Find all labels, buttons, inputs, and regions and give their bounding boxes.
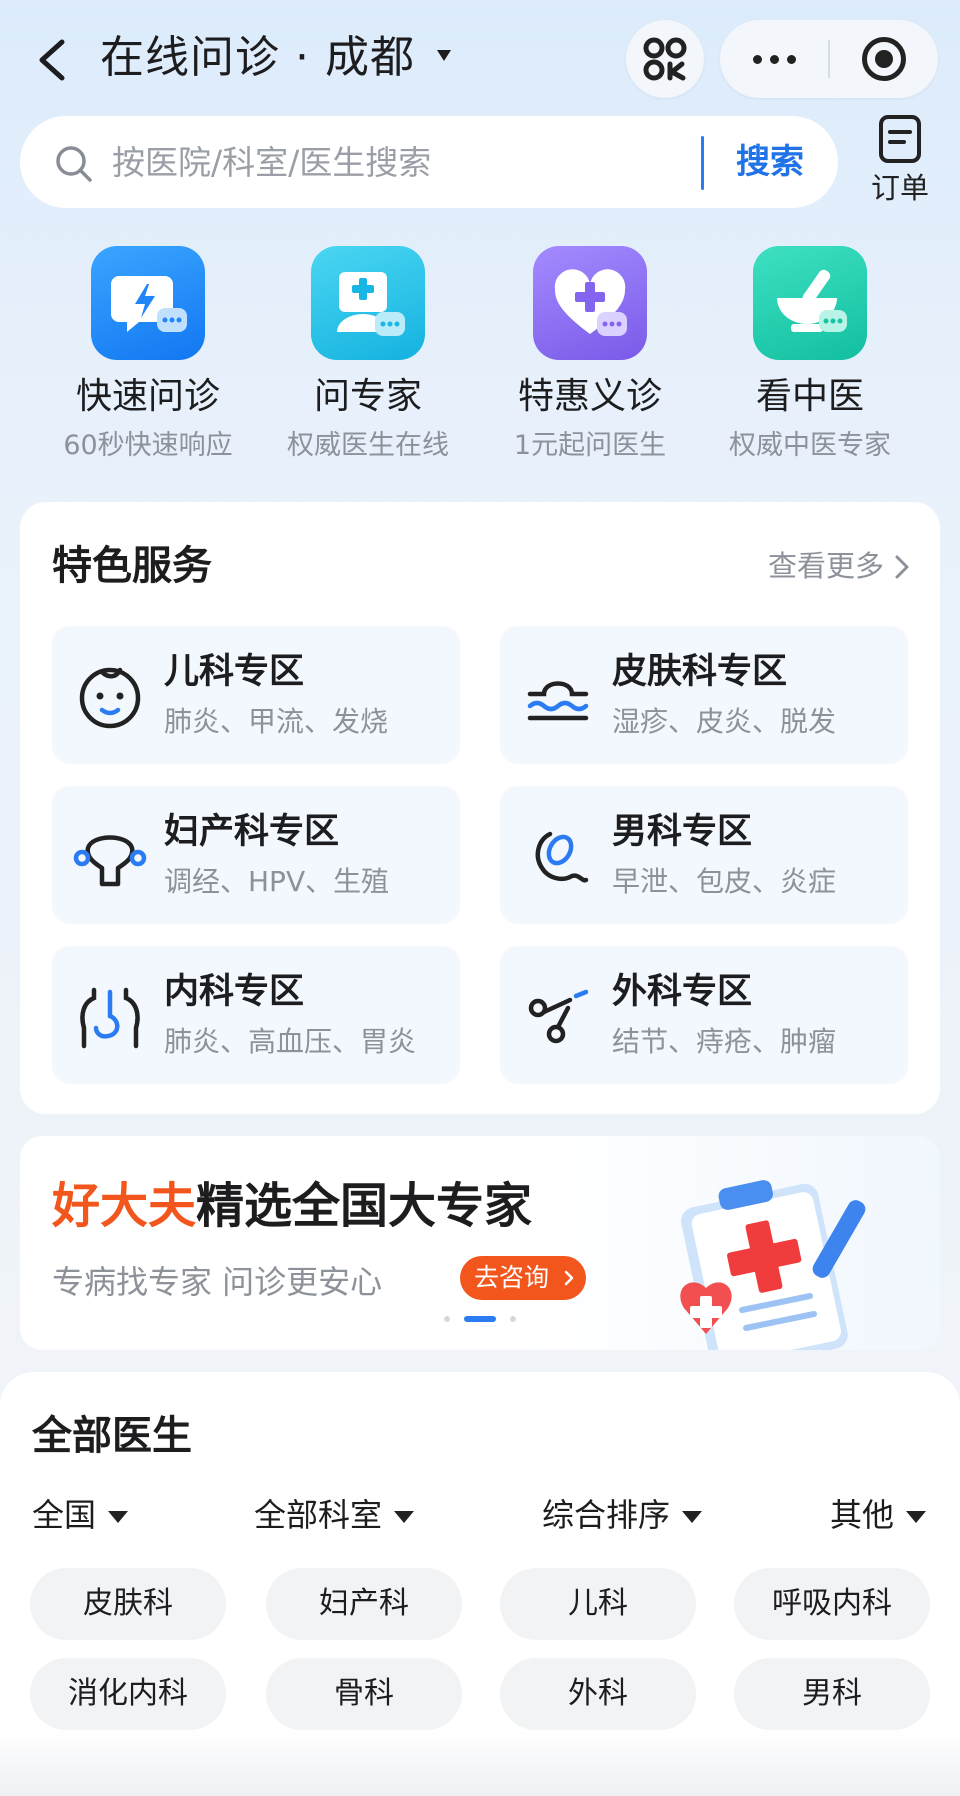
quick-entry-title: 快速问诊 [75, 376, 220, 417]
banner-headline: 好大夫精选全国大专家 [52, 1174, 532, 1238]
search-input[interactable] [112, 136, 692, 188]
service-surgery[interactable]: 外科专区 结节、痔疮、肿瘤 [500, 946, 908, 1084]
quick-entry-subtitle: 1元起问医生 [513, 430, 667, 461]
quick-entry-title: 看中医 [755, 376, 864, 417]
department-chip[interactable]: 骨科 [266, 1658, 462, 1730]
medical-clipboard-illustration [680, 1180, 866, 1350]
quick-entry-subtitle: 60秒快速响应 [63, 430, 233, 461]
service-name: 儿科专区 [164, 652, 305, 692]
search-button[interactable]: 搜索 [720, 134, 820, 190]
chevron-right-icon [564, 1270, 574, 1286]
department-chip[interactable]: 皮肤科 [30, 1568, 226, 1640]
filter-label: 综合排序 [542, 1496, 671, 1534]
service-obgyn[interactable]: 妇产科专区 调经、HPV、生殖 [52, 786, 460, 924]
service-desc: 肺炎、甲流、发烧 [164, 705, 389, 738]
filter-label: 全国 [32, 1496, 97, 1534]
orders-label: 订单 [870, 171, 929, 205]
mortar-pestle-icon [753, 246, 867, 360]
caret-down-icon [108, 1511, 129, 1523]
department-chip[interactable]: 儿科 [500, 1568, 696, 1640]
department-chip[interactable]: 呼吸内科 [734, 1568, 930, 1640]
service-name: 外科专区 [612, 972, 753, 1012]
chevron-right-icon[interactable] [894, 554, 910, 580]
service-desc: 肺炎、高血压、胃炎 [164, 1025, 417, 1058]
carousel-indicator [444, 1314, 524, 1324]
department-chip[interactable]: 消化内科 [30, 1658, 226, 1730]
uterus-icon [73, 835, 147, 887]
male-organ-icon [535, 831, 589, 883]
service-internal-medicine[interactable]: 内科专区 肺炎、高血压、胃炎 [52, 946, 460, 1084]
section-title: 全部医生 [32, 1413, 192, 1459]
service-name: 男科专区 [612, 812, 753, 852]
banner-headline-text: 精选全国大专家 [196, 1178, 533, 1234]
scissors-icon [528, 989, 589, 1044]
caret-down-icon [394, 1511, 415, 1523]
service-pediatrics[interactable]: 儿科专区 肺炎、甲流、发烧 [52, 626, 460, 764]
service-desc: 湿疹、皮炎、脱发 [612, 705, 837, 738]
promo-banner[interactable]: 好大夫精选全国大专家 专病找专家 问诊更安心 去咨询 [20, 1136, 940, 1350]
service-andrology[interactable]: 男科专区 早泄、包皮、炎症 [500, 786, 908, 924]
quick-entry-title: 问专家 [313, 376, 422, 417]
back-button[interactable] [28, 30, 80, 90]
baby-face-icon [79, 667, 141, 729]
close-mini-program-button[interactable] [830, 20, 938, 98]
city-dropdown-caret-icon[interactable] [437, 50, 451, 61]
quick-entry-title: 特惠义诊 [517, 376, 662, 417]
filter-other[interactable]: 其他 [830, 1490, 927, 1540]
heart-plus-icon [533, 246, 647, 360]
quick-entry-tcm[interactable]: 看中医 权威中医专家 [700, 246, 920, 476]
department-chip[interactable]: 外科 [500, 1658, 696, 1730]
quick-entry-subtitle: 权威医生在线 [287, 430, 449, 461]
order-list-icon [879, 115, 921, 163]
section-title: 特色服务 [52, 543, 212, 589]
scan-button[interactable] [626, 20, 704, 98]
skin-layer-icon [527, 681, 589, 721]
banner-subtitle: 专病找专家 问诊更安心 [52, 1263, 383, 1301]
search-divider [701, 136, 704, 190]
search-bar: 搜索 [20, 116, 838, 208]
service-dermatology[interactable]: 皮肤科专区 湿疹、皮炎、脱发 [500, 626, 908, 764]
department-chip[interactable]: 男科 [734, 1658, 930, 1730]
nav-bar: 在线问诊 · 成都 [0, 0, 960, 118]
chevron-left-icon [39, 39, 65, 81]
bottom-fade [0, 1730, 960, 1796]
service-name: 内科专区 [164, 972, 305, 1012]
service-desc: 调经、HPV、生殖 [164, 865, 390, 898]
filter-label: 其他 [830, 1496, 895, 1534]
quick-entry-subtitle: 权威中医专家 [729, 430, 891, 461]
caret-down-icon [906, 1511, 927, 1523]
filter-label: 全部科室 [254, 1496, 383, 1534]
view-more-link[interactable]: 查看更多 [768, 546, 884, 586]
service-desc: 早泄、包皮、炎症 [612, 865, 837, 898]
page-title[interactable]: 在线问诊 · 成都 [100, 28, 415, 88]
lightning-chat-icon [91, 246, 205, 360]
quick-entry-fast-consult[interactable]: 快速问诊 60秒快速响应 [38, 246, 258, 476]
consult-now-button[interactable]: 去咨询 [460, 1256, 586, 1300]
quick-entry-discount-clinic[interactable]: 特惠义诊 1元起问医生 [480, 246, 700, 476]
search-icon [56, 146, 92, 182]
service-name: 妇产科专区 [164, 812, 340, 852]
orders-button[interactable]: 订单 [860, 112, 940, 212]
featured-services-card: 特色服务 查看更多 儿科专区 肺炎、甲流、发烧 皮肤科专区 湿疹、皮炎、脱发 妇… [20, 502, 940, 1114]
filter-region[interactable]: 全国 [32, 1490, 129, 1540]
mini-program-capsule [720, 20, 938, 98]
service-name: 皮肤科专区 [612, 652, 788, 692]
banner-brand: 好大夫 [52, 1178, 197, 1234]
more-menu-button[interactable] [720, 20, 828, 98]
caret-down-icon [682, 1511, 703, 1523]
quick-entry-ask-expert[interactable]: 问专家 权威医生在线 [258, 246, 478, 476]
doctor-chat-icon [311, 246, 425, 360]
stomach-icon [80, 987, 140, 1049]
filter-department[interactable]: 全部科室 [254, 1490, 415, 1540]
filter-sort[interactable]: 综合排序 [542, 1490, 703, 1540]
department-chip[interactable]: 妇产科 [266, 1568, 462, 1640]
consult-now-label: 去咨询 [474, 1263, 550, 1292]
more-dots-icon [753, 55, 762, 64]
scan-code-icon [643, 37, 687, 81]
service-desc: 结节、痔疮、肿瘤 [612, 1025, 837, 1058]
